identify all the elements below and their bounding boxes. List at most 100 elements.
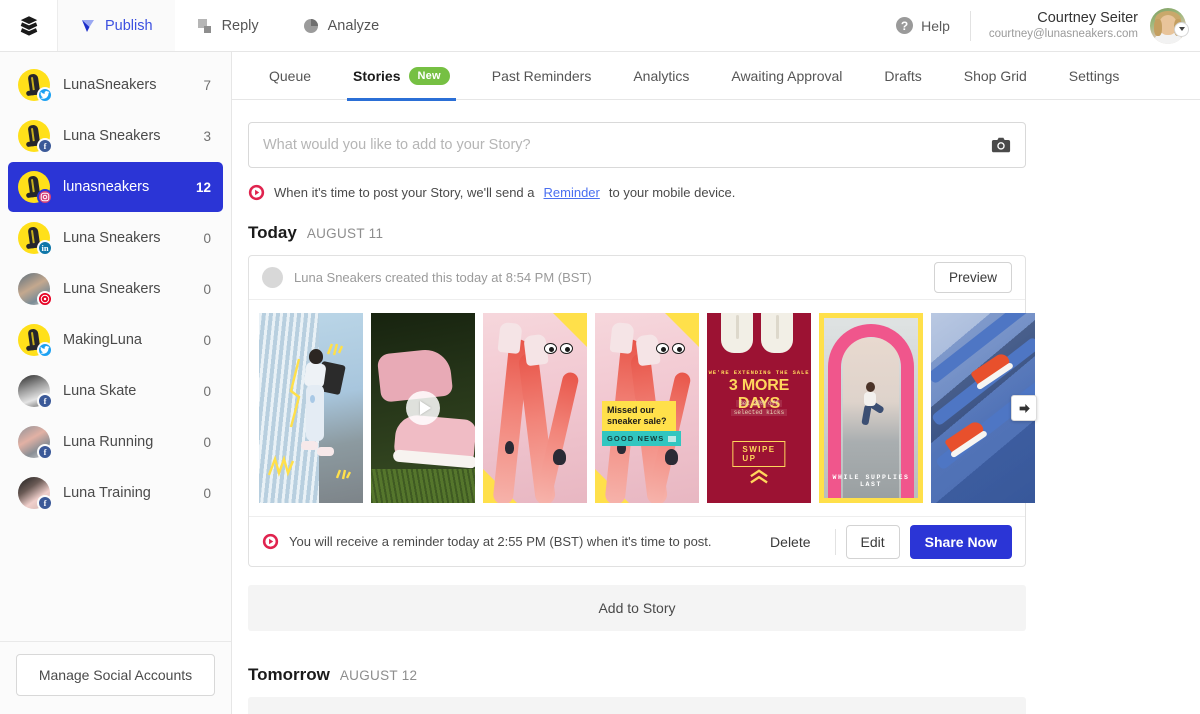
add-to-story-today[interactable]: Add to Story	[248, 585, 1026, 631]
account-name: LunaSneakers	[63, 77, 157, 93]
slide-image: WHILE SUPPLIES LAST	[824, 318, 918, 498]
sidebar-item-luna-training-facebook[interactable]: f Luna Training 0	[8, 468, 223, 518]
delete-button[interactable]: Delete	[756, 526, 824, 558]
edit-button[interactable]: Edit	[845, 524, 900, 559]
slide-image: Missed our sneaker sale? GOOD NEWS	[595, 313, 699, 503]
account-name: Luna Sneakers	[63, 230, 161, 246]
tab-shop-grid[interactable]: Shop Grid	[943, 52, 1048, 100]
main-content: Queue Stories New Past Reminders Analyti…	[232, 52, 1200, 714]
app-root: Publish Reply Analyze ? Help Courtney Se…	[0, 0, 1200, 714]
sidebar-item-luna-sneakers-linkedin[interactable]: in Luna Sneakers 0	[8, 213, 223, 263]
footer-reminder-text: You will receive a reminder today at 2:5…	[289, 534, 712, 549]
googly-eyes-sticker	[544, 343, 573, 354]
slide-strip-wrapper: Missed our sneaker sale? GOOD NEWS WE'RE…	[249, 300, 1037, 516]
account-count: 0	[203, 434, 211, 450]
body-row: LunaSneakers 7 f Luna Sneakers 3 lunasne…	[0, 52, 1200, 714]
nav-item-reply[interactable]: Reply	[175, 0, 281, 51]
reminder-text-after: to your mobile device.	[608, 185, 736, 200]
user-info[interactable]: Courtney Seiter courtney@lunasneakers.co…	[989, 9, 1138, 42]
search-input story-composer-input[interactable]	[263, 137, 991, 153]
facebook-icon: f	[37, 138, 53, 154]
chevron-up-icon	[707, 469, 811, 492]
avatar[interactable]	[1150, 7, 1189, 44]
story-slide-4[interactable]: Missed our sneaker sale? GOOD NEWS	[595, 313, 699, 503]
account-list: LunaSneakers 7 f Luna Sneakers 3 lunasne…	[0, 60, 231, 641]
analyze-pie-icon	[303, 18, 318, 33]
nav-item-publish[interactable]: Publish	[58, 0, 175, 51]
post-card-footer: You will receive a reminder today at 2:5…	[249, 516, 1025, 566]
chevron-down-icon[interactable]	[1174, 21, 1189, 37]
manage-social-accounts-button[interactable]: Manage Social Accounts	[16, 654, 215, 696]
help-label: Help	[921, 17, 950, 34]
sale-fine-1: Get 30% off	[736, 400, 782, 407]
account-name: Luna Sneakers	[63, 128, 161, 144]
next-slide-button[interactable]	[1011, 395, 1037, 421]
slide-label-main: Missed our sneaker sale?	[602, 401, 676, 432]
buffer-stack-icon	[20, 15, 37, 36]
account-count: 0	[203, 485, 211, 501]
preview-button[interactable]: Preview	[933, 262, 1012, 293]
account-count: 0	[203, 230, 211, 246]
sale-fineprint: Get 30% off selected kicks	[707, 399, 811, 418]
slide-image	[483, 313, 587, 503]
author-line: Luna Sneakers created this today at 8:54…	[294, 270, 592, 285]
footer-divider	[834, 528, 836, 555]
nav-label-publish: Publish	[105, 17, 153, 34]
nav-label-analyze: Analyze	[327, 17, 380, 34]
help-button[interactable]: ? Help	[896, 17, 970, 34]
buffer-logo-button[interactable]	[0, 0, 58, 51]
story-slide-6[interactable]: WHILE SUPPLIES LAST	[819, 313, 923, 503]
header-divider	[969, 10, 971, 41]
account-name: Luna Skate	[63, 383, 137, 399]
story-post-card: Luna Sneakers created this today at 8:54…	[248, 255, 1037, 567]
account-name: MakingLuna	[63, 332, 142, 348]
account-count: 0	[203, 332, 211, 348]
tab-label: Queue	[269, 67, 312, 84]
add-to-story-tomorrow[interactable]: Add to Story	[248, 697, 1026, 714]
play-icon[interactable]	[406, 391, 440, 425]
sidebar-item-luna-sneakers-facebook[interactable]: f Luna Sneakers 3	[8, 111, 223, 161]
tab-analytics[interactable]: Analytics	[612, 52, 710, 100]
nav-label-reply: Reply	[221, 17, 259, 34]
sidebar-item-lunasneakers-instagram[interactable]: lunasneakers 12	[8, 162, 223, 212]
tab-label: Awaiting Approval	[731, 67, 843, 84]
tab-past-reminders[interactable]: Past Reminders	[471, 52, 613, 100]
googly-eyes-sticker	[656, 343, 685, 354]
tab-awaiting-approval[interactable]: Awaiting Approval	[710, 52, 863, 100]
sidebar-item-luna-skate-facebook[interactable]: f Luna Skate 0	[8, 366, 223, 416]
user-name: Courtney Seiter	[1037, 10, 1138, 27]
tab-drafts[interactable]: Drafts	[863, 52, 942, 100]
account-avatar: in	[18, 222, 53, 256]
account-avatar	[18, 324, 53, 358]
nav-item-analyze[interactable]: Analyze	[281, 0, 402, 51]
user-email: courtney@lunasneakers.com	[988, 28, 1138, 41]
tab-stories[interactable]: Stories New	[332, 52, 471, 101]
story-slide-3[interactable]	[483, 313, 587, 503]
account-avatar: f	[18, 375, 53, 409]
account-count: 0	[203, 383, 211, 399]
account-avatar	[18, 69, 53, 103]
sidebar-item-luna-sneakers-pinterest[interactable]: Luna Sneakers 0	[8, 264, 223, 314]
account-name: Luna Training	[63, 485, 151, 501]
story-slide-2[interactable]	[371, 313, 475, 503]
story-slide-1[interactable]	[259, 313, 363, 503]
facebook-icon: f	[37, 495, 53, 511]
tab-settings[interactable]: Settings	[1048, 52, 1141, 100]
day-date: AUGUST 12	[339, 668, 418, 683]
reminder-link[interactable]: Reminder	[544, 185, 600, 200]
camera-icon[interactable]	[991, 136, 1011, 154]
twitter-icon	[37, 342, 53, 358]
account-name: lunasneakers	[63, 179, 150, 195]
sidebar-item-luna-running-facebook[interactable]: f Luna Running 0	[8, 417, 223, 467]
sidebar-item-lunasneakers-twitter[interactable]: LunaSneakers 7	[8, 60, 223, 110]
story-slide-5[interactable]: WE'RE EXTENDING THE SALE 3 MORE DAYS Get…	[707, 313, 811, 503]
tab-queue[interactable]: Queue	[248, 52, 332, 100]
tab-label: Stories	[353, 67, 401, 84]
day-title: Today	[248, 223, 297, 242]
sidebar-item-makingluna-twitter[interactable]: MakingLuna 0	[8, 315, 223, 365]
share-now-button[interactable]: Share Now	[909, 524, 1012, 559]
linkedin-icon: in	[37, 240, 53, 256]
facebook-icon: f	[37, 393, 53, 409]
slide-image	[259, 313, 363, 503]
story-composer[interactable]	[248, 122, 1026, 168]
